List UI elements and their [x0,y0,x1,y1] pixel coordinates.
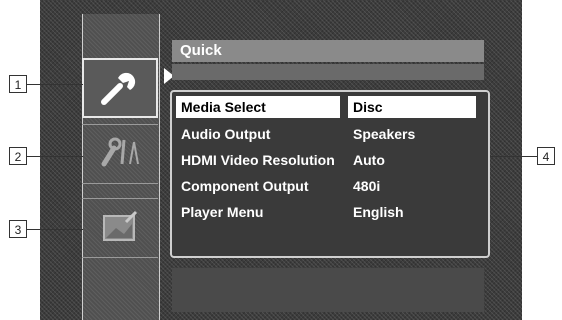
menu-row-value: Auto [353,152,385,168]
callout-leader [27,229,83,230]
menu-row-label: Audio Output [181,126,271,142]
menu-row-label: Player Menu [181,204,264,220]
sidebar-item-picture[interactable] [82,198,158,258]
menu-row-label: HDMI Video Resolution [181,152,335,168]
callout-3: 3 [9,220,27,238]
menu-row-component-output[interactable]: Component Output 480i [176,175,482,197]
sidebar-item-custom[interactable] [82,124,158,184]
menu-row-hdmi-video-resolution[interactable]: HDMI Video Resolution Auto [176,149,482,171]
menu-row-media-select[interactable]: Media Select Disc [176,96,482,118]
sidebar-item-quick[interactable] [82,58,158,118]
callout-leader [27,84,83,85]
menu-row-player-menu[interactable]: Player Menu English [176,201,482,223]
tools-icon [98,134,142,175]
help-bar [172,268,484,312]
title-subbar [172,64,484,80]
callout-2: 2 [9,147,27,165]
callout-1: 1 [9,75,27,93]
menu-row-value: Speakers [353,126,416,142]
menu-row-value: Disc [348,96,476,118]
picture-settings-icon [98,208,142,249]
callout-leader [490,156,537,157]
menu-row-audio-output[interactable]: Audio Output Speakers [176,123,482,145]
callout-4: 4 [537,147,555,165]
wrench-icon [98,66,142,111]
callout-leader [27,156,83,157]
menu-row-label: Media Select [176,96,340,118]
menu-row-label: Component Output [181,178,309,194]
menu-row-value: 480i [353,178,381,194]
menu-title: Quick [172,40,484,62]
menu-row-value: English [353,204,404,220]
